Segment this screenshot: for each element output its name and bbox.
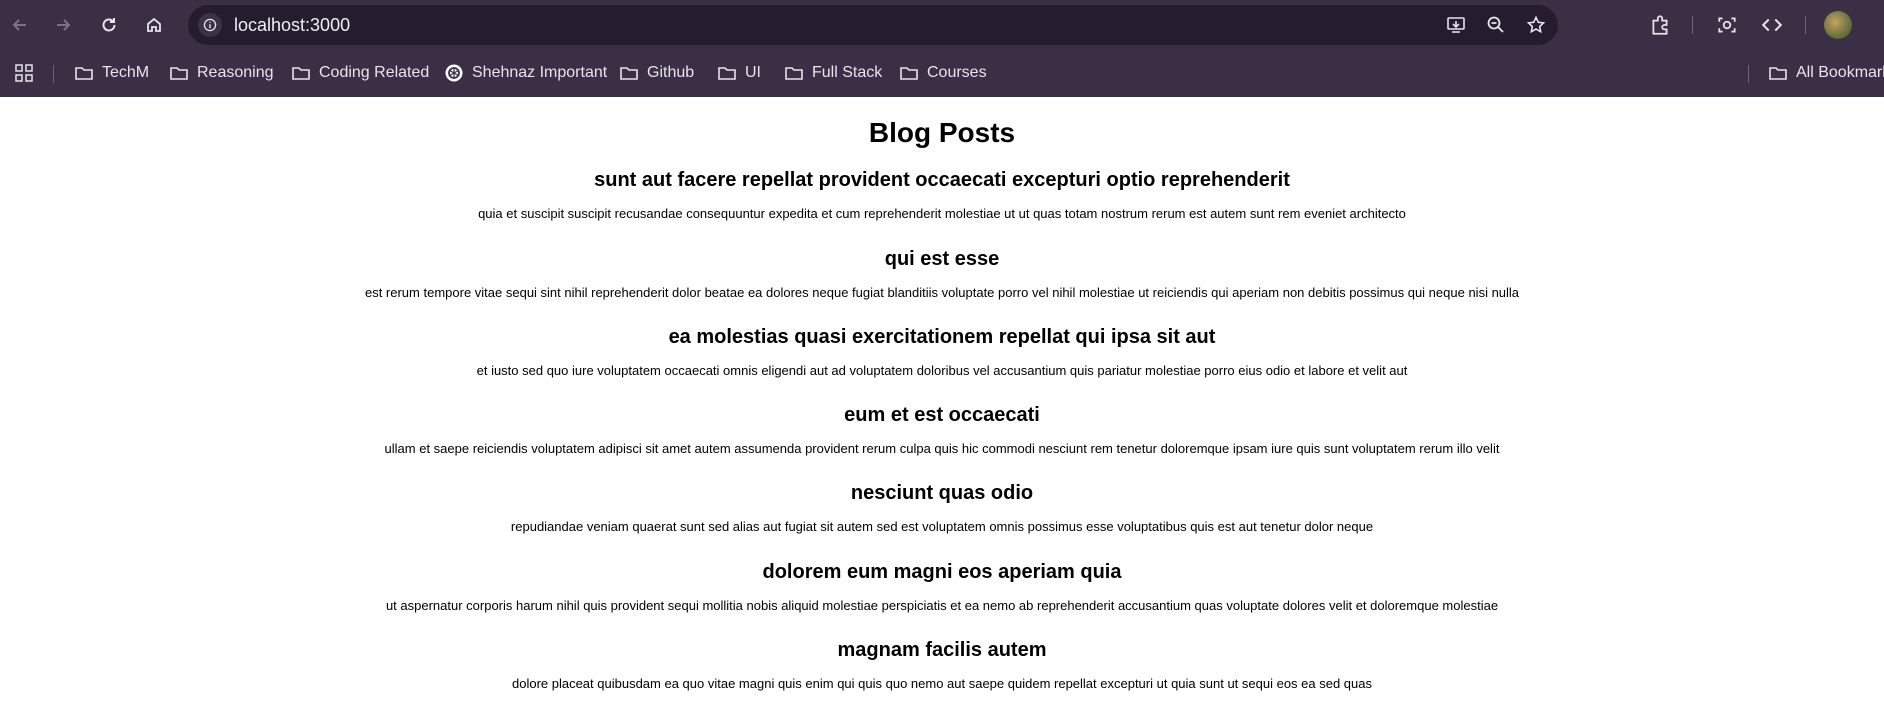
post-item: dolorem eum magni eos aperiam quia ut as… <box>0 560 1884 614</box>
bookmark-courses[interactable]: Courses <box>899 61 987 85</box>
post-body: dolore placeat quibusdam ea quo vitae ma… <box>511 676 1372 691</box>
post-title: nesciunt quas odio <box>850 482 1034 504</box>
post-item: nesciunt quas odio repudiandae veniam qu… <box>0 481 1884 535</box>
apps-grid-icon[interactable] <box>14 61 34 85</box>
site-info-icon[interactable] <box>198 13 222 37</box>
toolbar-divider <box>1692 16 1693 34</box>
post-title: dolorem eum magni eos aperiam quia <box>762 561 1122 583</box>
folder-icon <box>785 67 803 80</box>
post-title: qui est esse <box>884 248 1000 270</box>
all-bookmarks-label: All Bookmarks <box>1796 64 1884 81</box>
extensions-icon[interactable] <box>1647 12 1673 38</box>
post-item: ea molestias quasi exercitationem repell… <box>0 325 1884 379</box>
bookmarks-divider <box>53 65 54 83</box>
page-content: Blog Posts sunt aut facere repellat prov… <box>0 97 1884 692</box>
post-body: ullam et saepe reiciendis voluptatem adi… <box>384 441 1500 456</box>
bookmark-full-stack[interactable]: Full Stack <box>784 61 882 85</box>
bookmark-label: Github <box>647 64 695 81</box>
browser-chrome: localhost:3000 TechM Reasoning Coding Re… <box>0 0 1884 97</box>
address-bar-actions <box>1444 13 1548 37</box>
folder-icon <box>900 67 918 80</box>
folder-icon <box>170 67 188 80</box>
folder-icon <box>292 67 310 80</box>
bookmark-github[interactable]: Github <box>619 61 694 85</box>
browser-toolbar: localhost:3000 <box>0 0 1884 50</box>
bookmark-label: Coding Related <box>319 64 430 81</box>
bookmark-ui[interactable]: UI <box>717 61 761 85</box>
bookmarks-bar: TechM Reasoning Coding Related Shehnaz I… <box>0 50 1884 97</box>
profile-avatar[interactable] <box>1824 11 1852 39</box>
install-app-icon[interactable] <box>1444 13 1468 37</box>
all-bookmarks[interactable]: All Bookmarks <box>1768 61 1884 85</box>
folder-icon <box>1769 67 1787 80</box>
post-list: sunt aut facere repellat provident occae… <box>0 168 1884 692</box>
post-body: est rerum tempore vitae sequi sint nihil… <box>364 285 1520 300</box>
toolbar-divider <box>1805 16 1806 34</box>
bookmark-label: Shehnaz Important <box>472 64 608 81</box>
bookmarks-divider <box>1748 65 1749 83</box>
screenshot-icon[interactable] <box>1714 12 1740 38</box>
home-button[interactable] <box>139 10 169 40</box>
code-icon[interactable] <box>1759 12 1785 38</box>
bookmark-label: TechM <box>102 64 150 81</box>
url-text[interactable]: localhost:3000 <box>234 15 350 36</box>
bookmark-label: Reasoning <box>197 64 274 81</box>
bookmark-coding-related[interactable]: Coding Related <box>291 61 429 85</box>
arrow-left-icon <box>12 19 26 31</box>
home-icon <box>147 17 161 32</box>
post-title: ea molestias quasi exercitationem repell… <box>668 326 1216 348</box>
address-bar[interactable]: localhost:3000 <box>188 5 1558 45</box>
bookmark-label: Courses <box>927 64 987 81</box>
bookmark-star-icon[interactable] <box>1524 13 1548 37</box>
post-title: eum et est occaecati <box>844 404 1040 426</box>
post-item: qui est esse est rerum tempore vitae seq… <box>0 247 1884 301</box>
page-title: Blog Posts <box>868 117 1016 148</box>
post-body: quia et suscipit suscipit recusandae con… <box>478 206 1406 221</box>
bookmark-reasoning[interactable]: Reasoning <box>169 61 274 85</box>
bookmark-label: Full Stack <box>812 64 883 81</box>
post-body: et iusto sed quo iure voluptatem occaeca… <box>476 363 1408 378</box>
post-item: sunt aut facere repellat provident occae… <box>0 168 1884 222</box>
bookmark-shehnaz-important[interactable]: Shehnaz Important <box>444 61 607 85</box>
post-body: repudiandae veniam quaerat sunt sed alia… <box>510 519 1374 534</box>
folder-icon <box>75 67 93 80</box>
reload-button[interactable] <box>94 10 124 40</box>
zoom-icon[interactable] <box>1484 13 1508 37</box>
folder-icon <box>620 67 638 80</box>
back-button[interactable] <box>5 10 35 40</box>
post-item: magnam facilis autem dolore placeat quib… <box>0 638 1884 692</box>
forward-button[interactable] <box>48 10 78 40</box>
post-item: eum et est occaecati ullam et saepe reic… <box>0 403 1884 457</box>
reload-icon <box>102 18 116 32</box>
post-title: sunt aut facere repellat provident occae… <box>594 169 1290 191</box>
post-title: magnam facilis autem <box>837 639 1047 661</box>
bookmark-techm[interactable]: TechM <box>74 61 149 85</box>
folder-icon <box>718 67 736 80</box>
bookmark-label: UI <box>745 64 761 81</box>
post-body: ut aspernatur corporis harum nihil quis … <box>385 598 1499 613</box>
arrow-right-icon <box>57 19 71 31</box>
openai-icon <box>445 64 463 82</box>
